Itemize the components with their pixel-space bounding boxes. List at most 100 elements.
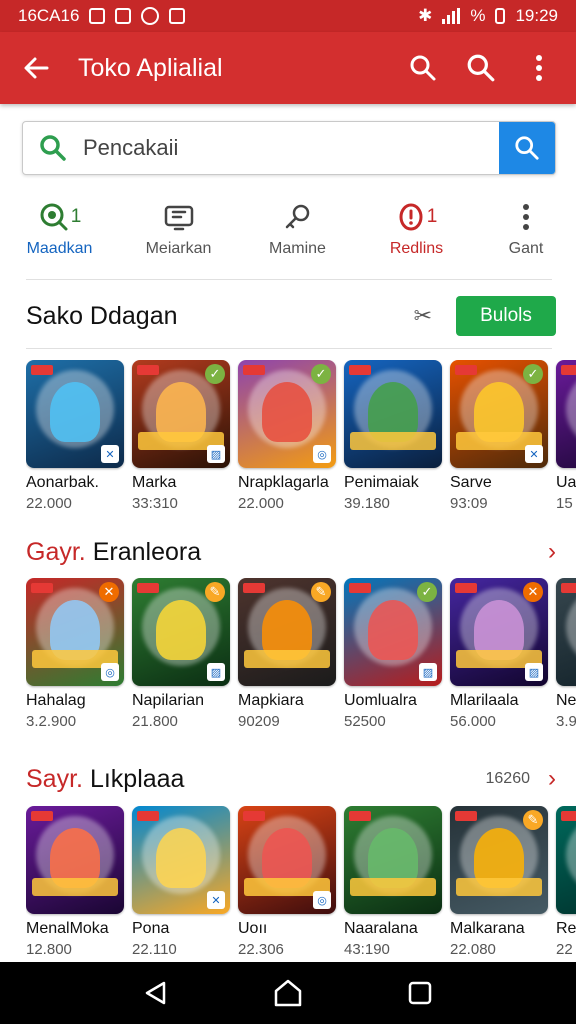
new-tag — [243, 365, 265, 375]
game-logo-banner — [350, 878, 436, 896]
app-thumbnail[interactable]: ✓ ✕ — [450, 360, 548, 468]
app-thumbnail[interactable]: ✓ ◎ — [238, 360, 336, 468]
app-card[interactable]: Re 22 — [556, 806, 576, 958]
thumbnail-glow — [566, 816, 576, 894]
new-tag — [561, 811, 576, 821]
search-input[interactable] — [83, 122, 499, 174]
chevron-right-icon[interactable]: › — [548, 765, 556, 793]
app-thumbnail[interactable]: ✕ ◎ — [26, 578, 124, 686]
section-3-title-accent: Sayr. — [26, 764, 83, 793]
category-redlins[interactable]: 1 Redlins — [357, 196, 476, 270]
platform-icon: ◎ — [313, 445, 331, 463]
image-icon — [115, 8, 132, 24]
status-left: 16CA16 — [18, 6, 186, 26]
nav-back-button[interactable] — [131, 968, 181, 1018]
app-card[interactable]: Naaralana 43:190 — [344, 806, 442, 958]
new-tag — [561, 365, 576, 375]
app-card[interactable]: ✎ Malkarana 22.080 — [450, 806, 548, 958]
app-download-count: 22.000 — [26, 495, 72, 512]
app-thumbnail[interactable] — [556, 360, 576, 468]
app-card[interactable]: ✕ ◎ Hahalag 3.2.900 — [26, 578, 124, 730]
page-title: Toko Aplialial — [78, 53, 223, 82]
app-thumbnail[interactable] — [556, 806, 576, 914]
app-thumbnail[interactable]: ◎ — [238, 806, 336, 914]
app-name: Re — [556, 920, 576, 937]
app-card[interactable]: ✎ Mapkiara 90209 — [238, 578, 336, 730]
app-card[interactable]: Ne 3.9 — [556, 578, 576, 730]
app-thumbnail[interactable] — [556, 578, 576, 686]
app-card[interactable]: ✕ Aonarbak. 22.000 — [26, 360, 124, 512]
installed-check-icon: ✎ — [311, 582, 331, 602]
installed-check-icon: ✓ — [311, 364, 331, 384]
status-bar: 16CA16 ✱ % 19:29 — [0, 0, 576, 32]
app-card[interactable]: ✕ Pona 22.110 — [132, 806, 230, 958]
app-card[interactable]: ✓ ✕ Sarve 93:09 — [450, 360, 548, 512]
signal-icon — [442, 8, 461, 24]
app-card[interactable]: ✓ ▨ Uomlualra 52500 — [344, 578, 442, 730]
app-card[interactable]: ✓ ◎ Nrapklagarla 22.000 — [238, 360, 336, 512]
app-thumbnail[interactable]: ✎ — [238, 578, 336, 686]
app-thumbnail[interactable] — [344, 806, 442, 914]
platform-icon: ▨ — [525, 663, 543, 681]
app-card[interactable]: MenalMoka 12.800 — [26, 806, 124, 958]
overflow-menu-button[interactable] — [516, 45, 562, 91]
app-name: Nrapklagarla — [238, 474, 329, 491]
category-maadkan[interactable]: 1 Maadkan — [0, 196, 119, 270]
app-card[interactable]: Ua 15 — [556, 360, 576, 512]
app-thumbnail[interactable]: ✎ ▨ — [132, 578, 230, 686]
app-thumbnail[interactable]: ✕ — [26, 360, 124, 468]
installed-check-icon: ✓ — [523, 364, 543, 384]
chevron-right-icon[interactable]: › — [548, 538, 556, 566]
new-tag — [455, 811, 477, 821]
app-name: Mlarilaala — [450, 692, 519, 709]
app-download-count: 93:09 — [450, 495, 488, 512]
app-card[interactable]: ✎ ▨ Napilarian 21.800 — [132, 578, 230, 730]
app-thumbnail[interactable]: ✓ ▨ — [132, 360, 230, 468]
category-mamine[interactable]: Mamine — [238, 196, 357, 270]
app-card[interactable]: ◎ Uoıı 22.306 — [238, 806, 336, 958]
app-thumbnail[interactable]: ✓ ▨ — [344, 578, 442, 686]
app-download-count: 56.000 — [450, 713, 496, 730]
nav-home-button[interactable] — [263, 968, 313, 1018]
search-lead — [23, 122, 83, 174]
section-1-button[interactable]: Bulols — [456, 296, 556, 336]
app-name: Sarve — [450, 474, 492, 491]
app-download-count: 90209 — [238, 713, 280, 730]
platform-icon: ✕ — [207, 891, 225, 909]
app-thumbnail[interactable] — [344, 360, 442, 468]
new-tag — [243, 811, 265, 821]
status-right: ✱ % 19:29 — [418, 6, 558, 26]
nav-recents-button[interactable] — [395, 968, 445, 1018]
platform-icon: ▨ — [207, 663, 225, 681]
game-character-art — [156, 828, 206, 888]
sync-icon — [141, 7, 160, 25]
new-tag — [561, 583, 576, 593]
new-tag — [243, 583, 265, 593]
section-1-header: Sako Ddagan ✂ Bulols — [26, 294, 556, 338]
app-thumbnail[interactable]: ✕ — [132, 806, 230, 914]
app-name: Aonarbak. — [26, 474, 99, 491]
back-button[interactable] — [14, 46, 58, 90]
app-thumbnail[interactable]: ✕ ▨ — [450, 578, 548, 686]
search-button[interactable] — [400, 45, 446, 91]
search-submit-button[interactable] — [499, 122, 555, 174]
app-card[interactable]: Penimaiak 39.180 — [344, 360, 442, 512]
app-thumbnail[interactable] — [26, 806, 124, 914]
thumbnail-glow — [566, 588, 576, 666]
filter-icon[interactable]: ✂ — [414, 303, 432, 329]
category-row: 1 Maadkan Meiarkan Mamine 1 Redlins Gant — [0, 196, 576, 270]
category-meiarkan[interactable]: Meiarkan — [119, 196, 238, 270]
game-logo-banner — [350, 432, 436, 450]
app-download-count: 22.000 — [238, 495, 284, 512]
app-card[interactable]: ✕ ▨ Mlarilaala 56.000 — [450, 578, 548, 730]
app-download-count: 3.2.900 — [26, 713, 77, 730]
more-vert-icon — [536, 55, 542, 81]
app-download-count: 12.800 — [26, 941, 72, 958]
app-thumbnail[interactable]: ✎ — [450, 806, 548, 914]
tv-icon — [164, 205, 193, 231]
search-button-2[interactable] — [458, 45, 504, 91]
category-gant[interactable]: Gant — [476, 196, 576, 270]
app-name: Mapkiara — [238, 692, 304, 709]
app-card[interactable]: ✓ ▨ Marka 33:310 — [132, 360, 230, 512]
search-icon — [515, 136, 539, 160]
